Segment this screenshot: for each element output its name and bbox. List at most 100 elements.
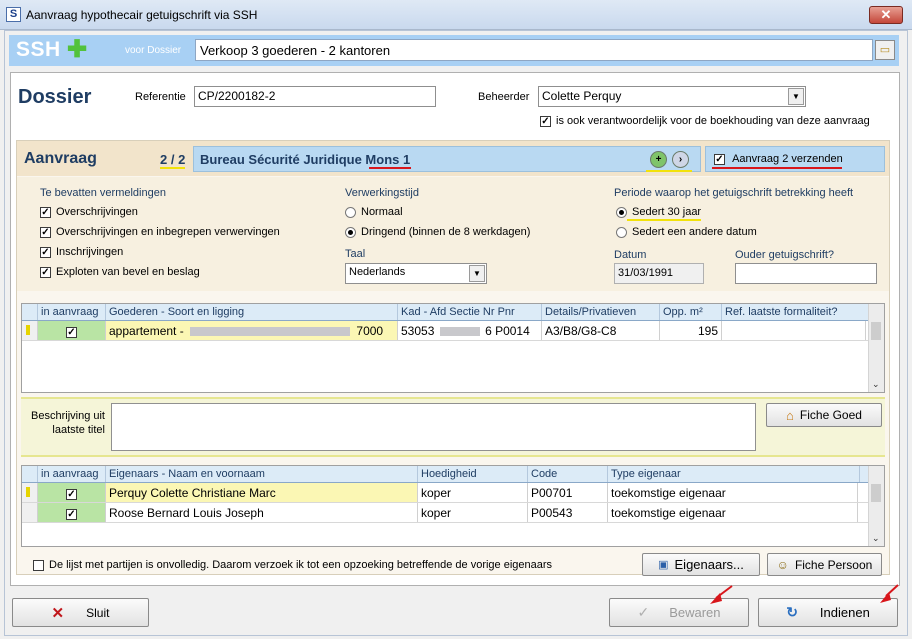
eigenaars-button[interactable]: ▣ Eigenaars... [642, 553, 760, 576]
col-header[interactable]: Kad - Afd Sectie Nr Pnr [398, 304, 542, 320]
chevron-down-icon[interactable]: ▼ [469, 265, 485, 282]
vermelding-checkbox[interactable]: ✓ [40, 266, 51, 278]
scroll-thumb[interactable] [871, 484, 881, 502]
annotation-arrows [710, 584, 899, 604]
next-aanvraag-icon[interactable]: › [672, 151, 689, 168]
col-header[interactable]: Type eigenaar [608, 466, 860, 482]
boekhouding-checkbox-row[interactable]: ✓ is ook verantwoordelijk voor de boekho… [540, 115, 870, 127]
goed-cell[interactable]: appartement - 7000 [106, 321, 398, 340]
open-folder-icon[interactable]: ▭ [875, 40, 895, 60]
chevron-down-icon[interactable]: ⌄ [872, 379, 880, 390]
row-marker [22, 321, 38, 340]
periode-radio[interactable] [616, 206, 627, 218]
kad-cell[interactable]: 53053 6 P0014 [398, 321, 542, 340]
taal-value: Nederlands [349, 266, 406, 278]
col-header[interactable]: Eigenaars - Naam en voornaam [106, 466, 418, 482]
vermelding-option[interactable]: ✓ Exploten van bevel en beslag [40, 266, 200, 278]
table-row[interactable]: ✓ Roose Bernard Louis Joseph koper P0054… [22, 503, 884, 523]
code-cell[interactable]: P00543 [528, 503, 608, 522]
datum-field: 31/03/1991 [614, 263, 704, 284]
close-window-button[interactable]: ✕ [869, 6, 903, 24]
goederen-table: in aanvraag Goederen - Soort en ligging … [21, 303, 885, 393]
goederen-header: in aanvraag Goederen - Soort en ligging … [22, 304, 884, 321]
in-aanvraag-checkbox[interactable]: ✓ [66, 327, 77, 338]
beschrijving-label-line: Beschrijving uit [31, 410, 105, 422]
col-header[interactable]: Goederen - Soort en ligging [106, 304, 398, 320]
periode-option[interactable]: Sedert 30 jaar [616, 206, 701, 218]
taal-label: Taal [345, 248, 366, 260]
col-header[interactable]: Code [528, 466, 608, 482]
naam-cell[interactable]: Roose Bernard Louis Joseph [106, 503, 418, 522]
details-cell[interactable]: A3/B8/G8-C8 [542, 321, 660, 340]
col-header[interactable]: in aanvraag [38, 466, 106, 482]
col-header[interactable]: Opp. m² [660, 304, 722, 320]
partijen-checkbox[interactable] [33, 559, 44, 571]
table-row[interactable]: ✓ appartement - 7000 53053 6 P0014 A3/B8… [22, 321, 884, 341]
periode-radio[interactable] [616, 226, 627, 238]
ouder-input[interactable] [735, 263, 877, 284]
code-cell[interactable]: P00701 [528, 483, 608, 502]
goederen-scrollbar[interactable]: ⌄ [868, 304, 884, 392]
verwerking-option[interactable]: Normaal [345, 206, 403, 218]
type-cell[interactable]: toekomstige eigenaar [608, 503, 858, 522]
taal-select[interactable]: Nederlands ▼ [345, 263, 487, 284]
naam-cell[interactable]: Perquy Colette Christiane Marc [106, 483, 418, 502]
periode-label: Sedert 30 jaar [632, 206, 702, 218]
col-header[interactable]: in aanvraag [38, 304, 106, 320]
referentie-label: Referentie [135, 91, 186, 103]
app-icon: S [6, 7, 21, 22]
in-aanvraag-cell[interactable]: ✓ [38, 503, 106, 522]
vermelding-checkbox[interactable]: ✓ [40, 246, 51, 258]
hoedigheid-cell[interactable]: koper [418, 503, 528, 522]
row-marker [22, 483, 38, 502]
hoedigheid-cell[interactable]: koper [418, 483, 528, 502]
scroll-thumb[interactable] [871, 322, 881, 340]
table-row[interactable]: ✓ Perquy Colette Christiane Marc koper P… [22, 483, 884, 503]
col-header[interactable]: Details/Privatieven [542, 304, 660, 320]
col-header[interactable]: Hoedigheid [418, 466, 528, 482]
partijen-checkbox-row[interactable]: De lijst met partijen is onvolledig. Daa… [33, 559, 552, 571]
verwerking-radio[interactable] [345, 206, 356, 218]
verwerking-radio[interactable] [345, 226, 356, 238]
referentie-input[interactable]: CP/2200182-2 [194, 86, 436, 107]
dossier-field[interactable]: Verkoop 3 goederen - 2 kantoren [195, 39, 873, 61]
col-header[interactable]: Ref. laatste formaliteit? [722, 304, 870, 320]
row-marker-header [22, 466, 38, 482]
close-icon: ✕ [51, 604, 65, 622]
vermelding-checkbox[interactable]: ✓ [40, 206, 51, 218]
in-aanvraag-cell[interactable]: ✓ [38, 483, 106, 502]
eigenaars-scrollbar[interactable]: ⌄ [868, 466, 884, 546]
in-aanvraag-checkbox[interactable]: ✓ [66, 509, 77, 520]
beschrijving-textarea[interactable] [111, 403, 756, 451]
verzenden-checkbox[interactable]: ✓ [714, 154, 725, 165]
beschrijving-label-line: laatste titel [52, 424, 105, 436]
vermelding-label: Inschrijvingen [56, 246, 124, 258]
vermelding-checkbox[interactable]: ✓ [40, 226, 51, 238]
periode-title: Periode waarop het getuigschrift betrekk… [614, 187, 854, 199]
vermelding-option[interactable]: ✓ Inschrijvingen [40, 246, 123, 258]
opp-cell[interactable]: 195 [660, 321, 722, 340]
boekhouding-checkbox[interactable]: ✓ [540, 115, 551, 127]
annotation-underline-periode [627, 219, 701, 221]
beheerder-select[interactable]: Colette Perquy ▼ [538, 86, 806, 107]
row-marker-header [22, 304, 38, 320]
sluit-button[interactable]: ✕ Sluit [12, 598, 149, 627]
chevron-down-icon[interactable]: ▼ [788, 88, 804, 105]
in-aanvraag-checkbox[interactable]: ✓ [66, 489, 77, 500]
vermelding-option[interactable]: ✓ Overschrijvingen [40, 206, 138, 218]
vermeldingen-title: Te bevatten vermeldingen [40, 187, 166, 199]
bureau-field: Bureau Sécurité Juridique Mons 1 [193, 146, 701, 172]
ref-cell[interactable] [722, 321, 866, 340]
in-aanvraag-cell[interactable]: ✓ [38, 321, 106, 340]
fiche-goed-button[interactable]: ⌂ Fiche Goed [766, 403, 882, 427]
people-icon: ▣ [658, 559, 669, 571]
type-cell[interactable]: toekomstige eigenaar [608, 483, 858, 502]
fiche-persoon-button[interactable]: ☺ Fiche Persoon [767, 553, 882, 576]
chevron-down-icon[interactable]: ⌄ [872, 533, 880, 544]
datum-label: Datum [614, 249, 647, 261]
periode-option[interactable]: Sedert een andere datum [616, 226, 757, 238]
add-aanvraag-icon[interactable]: + [650, 151, 667, 168]
vermelding-option[interactable]: ✓ Overschrijvingen en inbegrepen verwervi… [40, 226, 280, 238]
boekhouding-label: is ook verantwoordelijk voor de boekhoud… [556, 115, 870, 127]
verwerking-option[interactable]: Dringend (binnen de 8 werkdagen) [345, 226, 530, 238]
